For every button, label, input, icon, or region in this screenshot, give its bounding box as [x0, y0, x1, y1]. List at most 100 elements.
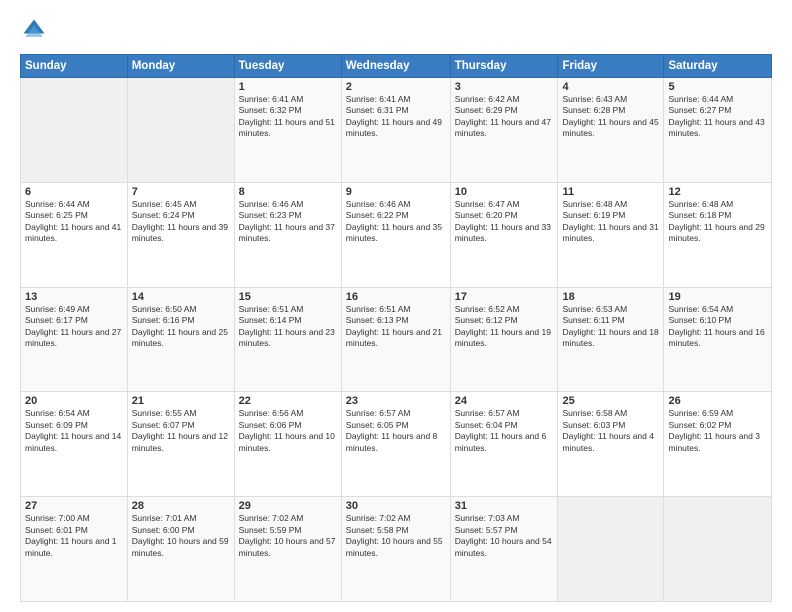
header [20, 16, 772, 44]
calendar-cell: 2Sunrise: 6:41 AM Sunset: 6:31 PM Daylig… [341, 78, 450, 183]
day-number: 15 [239, 291, 337, 303]
weekday-header-friday: Friday [558, 55, 664, 78]
calendar-cell: 10Sunrise: 6:47 AM Sunset: 6:20 PM Dayli… [450, 182, 558, 287]
calendar-cell: 31Sunrise: 7:03 AM Sunset: 5:57 PM Dayli… [450, 497, 558, 602]
day-number: 24 [455, 395, 554, 407]
weekday-header-monday: Monday [127, 55, 234, 78]
day-info: Sunrise: 6:46 AM Sunset: 6:22 PM Dayligh… [346, 199, 446, 245]
calendar-cell: 25Sunrise: 6:58 AM Sunset: 6:03 PM Dayli… [558, 392, 664, 497]
weekday-header-wednesday: Wednesday [341, 55, 450, 78]
day-number: 17 [455, 291, 554, 303]
calendar-week-1: 1Sunrise: 6:41 AM Sunset: 6:32 PM Daylig… [21, 78, 772, 183]
calendar-cell: 14Sunrise: 6:50 AM Sunset: 6:16 PM Dayli… [127, 287, 234, 392]
calendar-cell: 24Sunrise: 6:57 AM Sunset: 6:04 PM Dayli… [450, 392, 558, 497]
day-number: 10 [455, 186, 554, 198]
day-info: Sunrise: 6:47 AM Sunset: 6:20 PM Dayligh… [455, 199, 554, 245]
day-info: Sunrise: 6:41 AM Sunset: 6:31 PM Dayligh… [346, 94, 446, 140]
day-number: 22 [239, 395, 337, 407]
day-info: Sunrise: 6:54 AM Sunset: 6:09 PM Dayligh… [25, 408, 123, 454]
weekday-header-thursday: Thursday [450, 55, 558, 78]
calendar-cell: 16Sunrise: 6:51 AM Sunset: 6:13 PM Dayli… [341, 287, 450, 392]
calendar-cell: 11Sunrise: 6:48 AM Sunset: 6:19 PM Dayli… [558, 182, 664, 287]
calendar-cell [127, 78, 234, 183]
day-info: Sunrise: 6:48 AM Sunset: 6:19 PM Dayligh… [562, 199, 659, 245]
day-info: Sunrise: 6:42 AM Sunset: 6:29 PM Dayligh… [455, 94, 554, 140]
day-info: Sunrise: 6:46 AM Sunset: 6:23 PM Dayligh… [239, 199, 337, 245]
calendar-week-4: 20Sunrise: 6:54 AM Sunset: 6:09 PM Dayli… [21, 392, 772, 497]
day-number: 30 [346, 500, 446, 512]
calendar-week-2: 6Sunrise: 6:44 AM Sunset: 6:25 PM Daylig… [21, 182, 772, 287]
calendar-cell: 22Sunrise: 6:56 AM Sunset: 6:06 PM Dayli… [234, 392, 341, 497]
day-info: Sunrise: 6:51 AM Sunset: 6:14 PM Dayligh… [239, 304, 337, 350]
calendar-cell: 6Sunrise: 6:44 AM Sunset: 6:25 PM Daylig… [21, 182, 128, 287]
calendar-cell: 21Sunrise: 6:55 AM Sunset: 6:07 PM Dayli… [127, 392, 234, 497]
calendar-cell: 23Sunrise: 6:57 AM Sunset: 6:05 PM Dayli… [341, 392, 450, 497]
calendar-cell: 3Sunrise: 6:42 AM Sunset: 6:29 PM Daylig… [450, 78, 558, 183]
day-number: 16 [346, 291, 446, 303]
calendar-cell: 8Sunrise: 6:46 AM Sunset: 6:23 PM Daylig… [234, 182, 341, 287]
day-info: Sunrise: 6:57 AM Sunset: 6:04 PM Dayligh… [455, 408, 554, 454]
day-number: 18 [562, 291, 659, 303]
day-number: 27 [25, 500, 123, 512]
logo-icon [20, 16, 48, 44]
calendar-cell: 17Sunrise: 6:52 AM Sunset: 6:12 PM Dayli… [450, 287, 558, 392]
calendar-cell: 30Sunrise: 7:02 AM Sunset: 5:58 PM Dayli… [341, 497, 450, 602]
day-info: Sunrise: 6:49 AM Sunset: 6:17 PM Dayligh… [25, 304, 123, 350]
day-number: 19 [668, 291, 767, 303]
day-number: 2 [346, 81, 446, 93]
day-info: Sunrise: 7:01 AM Sunset: 6:00 PM Dayligh… [132, 513, 230, 559]
day-info: Sunrise: 6:52 AM Sunset: 6:12 PM Dayligh… [455, 304, 554, 350]
day-info: Sunrise: 7:00 AM Sunset: 6:01 PM Dayligh… [25, 513, 123, 559]
day-number: 12 [668, 186, 767, 198]
day-info: Sunrise: 6:50 AM Sunset: 6:16 PM Dayligh… [132, 304, 230, 350]
calendar-cell: 20Sunrise: 6:54 AM Sunset: 6:09 PM Dayli… [21, 392, 128, 497]
day-number: 9 [346, 186, 446, 198]
day-number: 20 [25, 395, 123, 407]
day-number: 8 [239, 186, 337, 198]
day-number: 26 [668, 395, 767, 407]
day-info: Sunrise: 6:41 AM Sunset: 6:32 PM Dayligh… [239, 94, 337, 140]
calendar-cell: 28Sunrise: 7:01 AM Sunset: 6:00 PM Dayli… [127, 497, 234, 602]
weekday-header-sunday: Sunday [21, 55, 128, 78]
day-number: 5 [668, 81, 767, 93]
day-number: 3 [455, 81, 554, 93]
calendar-cell [21, 78, 128, 183]
day-number: 1 [239, 81, 337, 93]
day-info: Sunrise: 6:55 AM Sunset: 6:07 PM Dayligh… [132, 408, 230, 454]
day-info: Sunrise: 6:56 AM Sunset: 6:06 PM Dayligh… [239, 408, 337, 454]
day-number: 7 [132, 186, 230, 198]
calendar-cell: 29Sunrise: 7:02 AM Sunset: 5:59 PM Dayli… [234, 497, 341, 602]
calendar-page: SundayMondayTuesdayWednesdayThursdayFrid… [0, 0, 792, 612]
day-info: Sunrise: 6:53 AM Sunset: 6:11 PM Dayligh… [562, 304, 659, 350]
day-info: Sunrise: 6:48 AM Sunset: 6:18 PM Dayligh… [668, 199, 767, 245]
day-number: 4 [562, 81, 659, 93]
calendar-body: 1Sunrise: 6:41 AM Sunset: 6:32 PM Daylig… [21, 78, 772, 602]
calendar-header: SundayMondayTuesdayWednesdayThursdayFrid… [21, 55, 772, 78]
day-info: Sunrise: 6:43 AM Sunset: 6:28 PM Dayligh… [562, 94, 659, 140]
day-info: Sunrise: 6:58 AM Sunset: 6:03 PM Dayligh… [562, 408, 659, 454]
calendar-cell: 12Sunrise: 6:48 AM Sunset: 6:18 PM Dayli… [664, 182, 772, 287]
day-number: 14 [132, 291, 230, 303]
logo [20, 16, 52, 44]
weekday-header-saturday: Saturday [664, 55, 772, 78]
day-info: Sunrise: 6:45 AM Sunset: 6:24 PM Dayligh… [132, 199, 230, 245]
calendar-cell: 18Sunrise: 6:53 AM Sunset: 6:11 PM Dayli… [558, 287, 664, 392]
calendar-cell: 15Sunrise: 6:51 AM Sunset: 6:14 PM Dayli… [234, 287, 341, 392]
calendar-cell: 1Sunrise: 6:41 AM Sunset: 6:32 PM Daylig… [234, 78, 341, 183]
day-number: 23 [346, 395, 446, 407]
calendar-table: SundayMondayTuesdayWednesdayThursdayFrid… [20, 54, 772, 602]
day-info: Sunrise: 6:54 AM Sunset: 6:10 PM Dayligh… [668, 304, 767, 350]
calendar-week-3: 13Sunrise: 6:49 AM Sunset: 6:17 PM Dayli… [21, 287, 772, 392]
day-info: Sunrise: 6:44 AM Sunset: 6:27 PM Dayligh… [668, 94, 767, 140]
weekday-header-tuesday: Tuesday [234, 55, 341, 78]
day-info: Sunrise: 6:51 AM Sunset: 6:13 PM Dayligh… [346, 304, 446, 350]
day-number: 21 [132, 395, 230, 407]
day-number: 31 [455, 500, 554, 512]
day-info: Sunrise: 6:44 AM Sunset: 6:25 PM Dayligh… [25, 199, 123, 245]
day-number: 25 [562, 395, 659, 407]
calendar-cell: 26Sunrise: 6:59 AM Sunset: 6:02 PM Dayli… [664, 392, 772, 497]
day-info: Sunrise: 6:59 AM Sunset: 6:02 PM Dayligh… [668, 408, 767, 454]
calendar-cell: 7Sunrise: 6:45 AM Sunset: 6:24 PM Daylig… [127, 182, 234, 287]
calendar-cell: 27Sunrise: 7:00 AM Sunset: 6:01 PM Dayli… [21, 497, 128, 602]
day-number: 6 [25, 186, 123, 198]
